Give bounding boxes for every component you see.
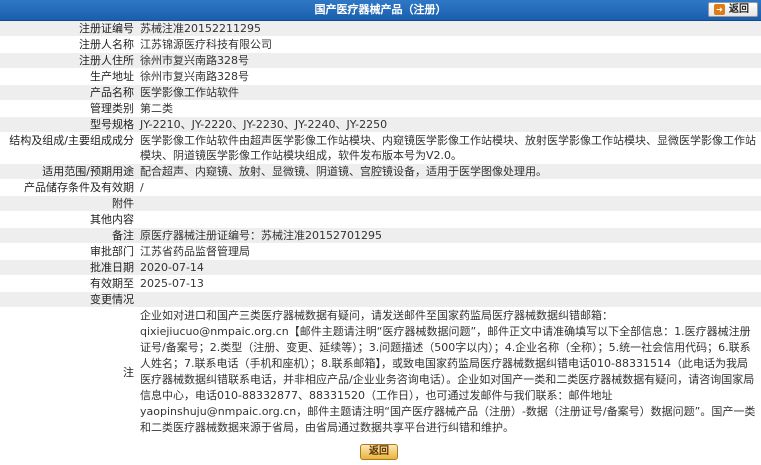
- back-button-bottom[interactable]: 返回: [360, 444, 398, 460]
- table-row: 注册人名称 江苏锦源医疗科技有限公司: [0, 36, 761, 53]
- field-value: 医学影像工作站软件由超声医学影像工作站模块、内窥镜医学影像工作站模块、放射医学影…: [137, 132, 761, 164]
- detail-page: 国产医疗器械产品（注册） ➜ 返回 注册证编号 苏械注准20152211295 …: [0, 0, 761, 465]
- field-value: 配合超声、内窥镜、放射、显微镜、阴道镜、宫腔镜设备，适用于医学图像处理用。: [137, 163, 761, 180]
- field-value: 2020-07-14: [137, 259, 761, 276]
- back-button-top[interactable]: ➜ 返回: [708, 2, 758, 17]
- field-label: 变更情况: [0, 291, 137, 308]
- field-label: 批准日期: [0, 259, 137, 276]
- field-label: 生产地址: [0, 68, 137, 85]
- field-value: [137, 291, 761, 308]
- page-title: 国产医疗器械产品（注册）: [314, 3, 447, 16]
- field-value: 原医疗器械注册证编号：苏械注准20152701295: [137, 227, 761, 244]
- field-value: [137, 195, 761, 212]
- field-label: 注册人住所: [0, 52, 137, 69]
- field-label: 型号规格: [0, 116, 137, 133]
- table-row: 变更情况: [0, 291, 761, 308]
- table-row: 生产地址 徐州市复兴南路328号: [0, 68, 761, 85]
- field-label: 适用范围/预期用途: [0, 163, 137, 180]
- table-row: 注 企业如对进口和国产三类医疗器械数据有疑问，请发送邮件至国家药监局医疗器械数据…: [0, 307, 761, 437]
- table-row: 审批部门 江苏省药品监督管理局: [0, 243, 761, 260]
- field-value: 企业如对进口和国产三类医疗器械数据有疑问，请发送邮件至国家药监局医疗器械数据纠错…: [137, 307, 761, 437]
- field-label: 注: [0, 307, 137, 437]
- table-row: 结构及组成/主要组成成分 医学影像工作站软件由超声医学影像工作站模块、内窥镜医学…: [0, 132, 761, 164]
- field-label: 注册证编号: [0, 21, 137, 37]
- field-label: 审批部门: [0, 243, 137, 260]
- table-row: 适用范围/预期用途 配合超声、内窥镜、放射、显微镜、阴道镜、宫腔镜设备，适用于医…: [0, 163, 761, 180]
- back-arrow-icon: ➜: [714, 4, 725, 15]
- field-value: 徐州市复兴南路328号: [137, 52, 761, 69]
- field-label: 其他内容: [0, 211, 137, 228]
- field-label: 产品名称: [0, 84, 137, 101]
- table-row: 有效期至 2025-07-13: [0, 275, 761, 292]
- table-row: 管理类别 第二类: [0, 100, 761, 117]
- field-label: 管理类别: [0, 100, 137, 117]
- field-value: [137, 211, 761, 228]
- back-button-label: 返回: [729, 4, 749, 15]
- table-row: 备注 原医疗器械注册证编号：苏械注准20152701295: [0, 227, 761, 244]
- field-value: JY-2210、JY-2220、JY-2230、JY-2240、JY-2250: [137, 116, 761, 133]
- table-row: 产品名称 医学影像工作站软件: [0, 84, 761, 101]
- table-row: 产品储存条件及有效期 /: [0, 179, 761, 196]
- field-label: 备注: [0, 227, 137, 244]
- field-label: 注册人名称: [0, 36, 137, 53]
- field-value: 苏械注准20152211295: [137, 21, 761, 37]
- table-row: 注册人住所 徐州市复兴南路328号: [0, 52, 761, 69]
- table-row: 注册证编号 苏械注准20152211295: [0, 21, 761, 37]
- detail-table: 注册证编号 苏械注准20152211295 注册人名称 江苏锦源医疗科技有限公司…: [0, 21, 761, 437]
- table-row: 附件: [0, 195, 761, 212]
- field-value: 第二类: [137, 100, 761, 117]
- field-value: 徐州市复兴南路328号: [137, 68, 761, 85]
- field-value: 2025-07-13: [137, 275, 761, 292]
- field-value: 江苏锦源医疗科技有限公司: [137, 36, 761, 53]
- table-row: 其他内容: [0, 211, 761, 228]
- field-label: 有效期至: [0, 275, 137, 292]
- field-value: 医学影像工作站软件: [137, 84, 761, 101]
- table-row: 型号规格 JY-2210、JY-2220、JY-2230、JY-2240、JY-…: [0, 116, 761, 133]
- field-value: /: [137, 179, 761, 196]
- field-label: 附件: [0, 195, 137, 212]
- field-label: 产品储存条件及有效期: [0, 179, 137, 196]
- field-value: 江苏省药品监督管理局: [137, 243, 761, 260]
- table-row: 批准日期 2020-07-14: [0, 259, 761, 276]
- page-header: 国产医疗器械产品（注册） ➜ 返回: [0, 0, 761, 21]
- field-label: 结构及组成/主要组成成分: [0, 132, 137, 164]
